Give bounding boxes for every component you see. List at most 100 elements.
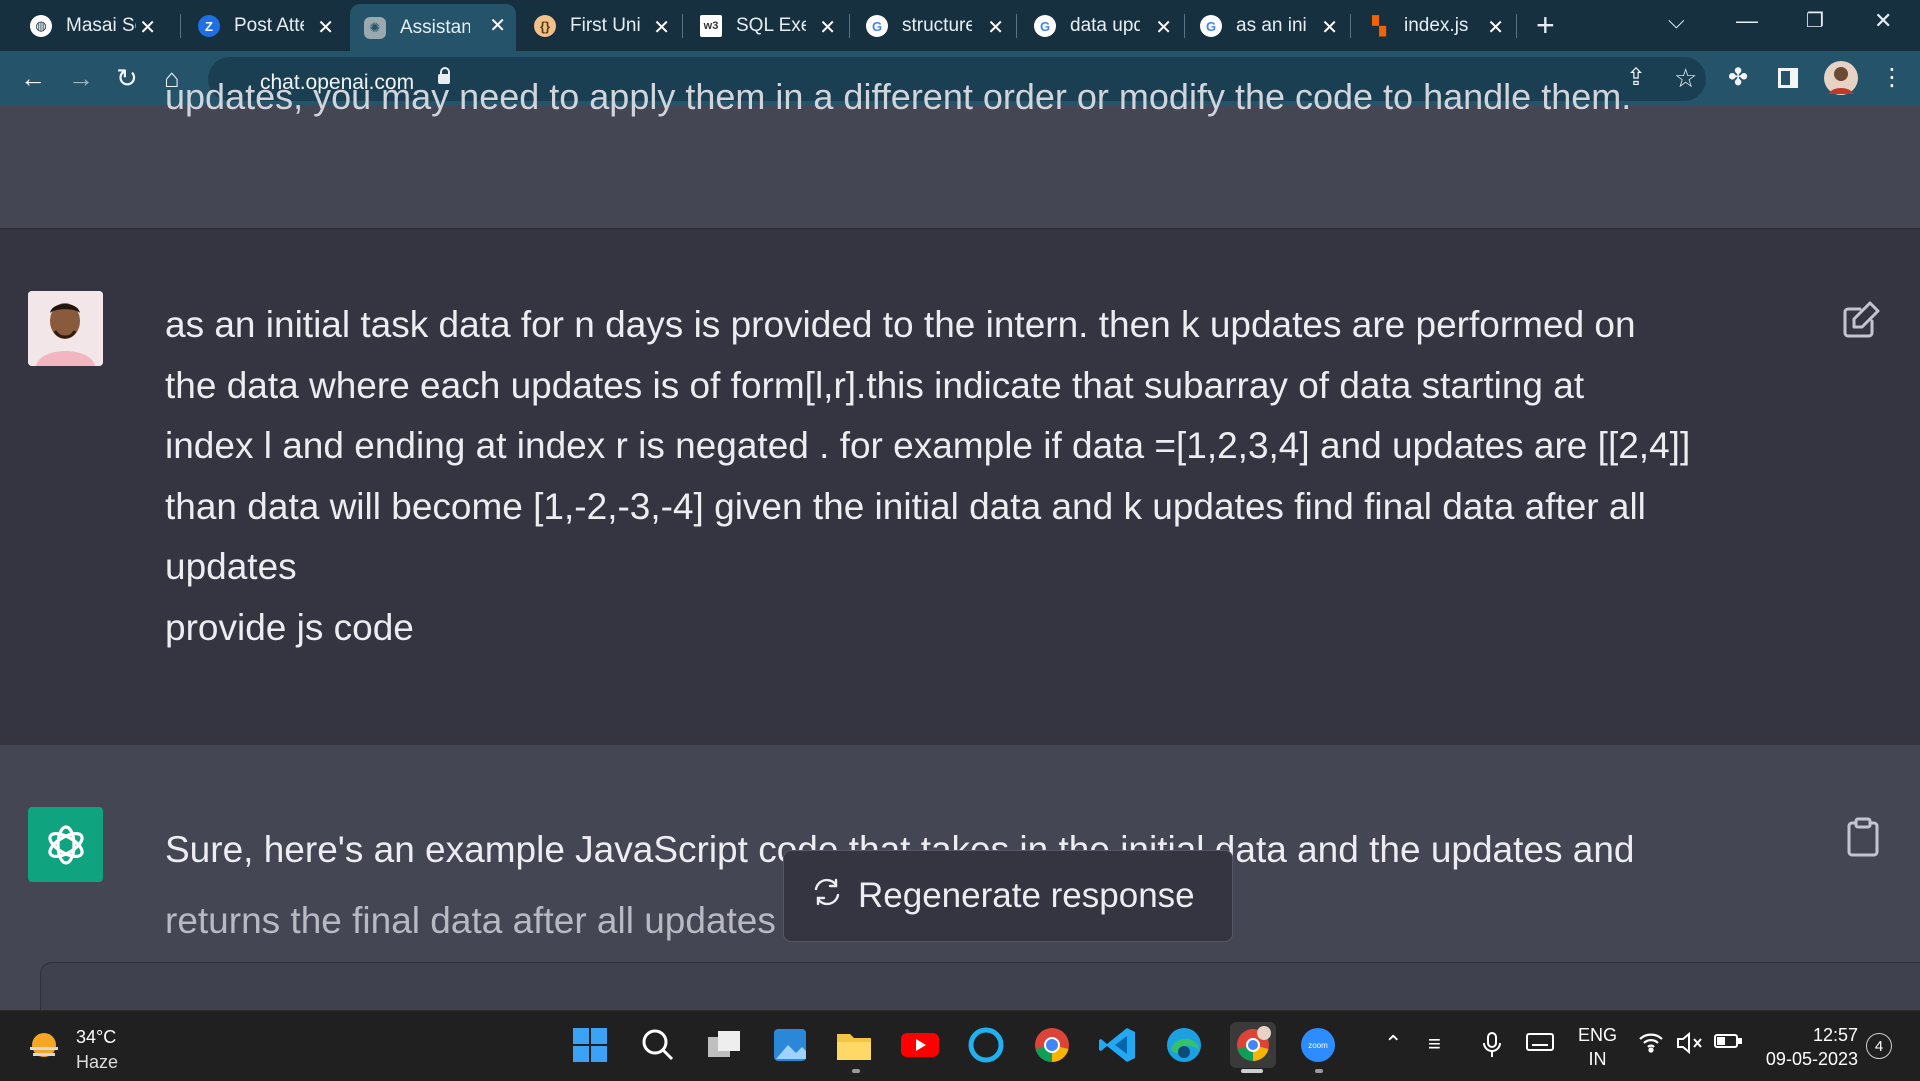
- google-icon: G: [1034, 15, 1056, 37]
- weather-sun-icon[interactable]: [24, 1027, 64, 1067]
- tab-title: SQL Exer: [736, 15, 806, 36]
- replit-icon: ▚: [1372, 15, 1386, 36]
- close-tab-icon[interactable]: ✕: [653, 15, 670, 40]
- tab-sql-exercises[interactable]: w3 SQL Exer ✕: [686, 6, 846, 46]
- tab-divider: [849, 14, 850, 38]
- bookmark-star-icon[interactable]: ☆: [1674, 63, 1697, 93]
- close-tab-icon[interactable]: ✕: [489, 13, 506, 38]
- close-tab-icon[interactable]: ✕: [317, 15, 334, 40]
- zoom-icon[interactable]: zoom: [1298, 1025, 1338, 1065]
- photos-app-icon[interactable]: [770, 1025, 810, 1065]
- language-code: ENG: [1578, 1025, 1618, 1045]
- close-tab-icon[interactable]: ✕: [987, 15, 1004, 40]
- svg-text:zoom: zoom: [1308, 1041, 1328, 1050]
- user-message-line: index l and ending at index r is negated…: [165, 425, 1691, 466]
- braces-icon: {}: [534, 15, 556, 37]
- previous-message-text: updates, you may need to apply them in a…: [165, 76, 1632, 117]
- user-message-line: updates: [165, 546, 297, 587]
- tab-divider: [1350, 14, 1351, 38]
- close-tab-icon[interactable]: ✕: [819, 15, 836, 40]
- user-message-line: the data where each updates is of form[l…: [165, 364, 1585, 406]
- regenerate-response-button[interactable]: Regenerate response: [783, 850, 1233, 942]
- search-icon[interactable]: [638, 1025, 678, 1065]
- tab-divider: [682, 14, 683, 38]
- tab-title: data upd: [1070, 15, 1140, 36]
- previous-assistant-message: updates, you may need to apply them in a…: [0, 76, 1920, 228]
- system-clock[interactable]: 12:57 09-05-2023: [1762, 1023, 1858, 1071]
- chevron-up-icon[interactable]: ⌃: [1384, 1031, 1402, 1057]
- tab-post-attendance[interactable]: Z Post Atte ✕: [184, 6, 344, 46]
- zoho-icon: Z: [198, 15, 220, 37]
- user-message: as an initial task data for n days is pr…: [0, 228, 1920, 746]
- profile-avatar[interactable]: [1824, 61, 1858, 95]
- tab-first-unique[interactable]: {} First Uniq ✕: [520, 6, 680, 46]
- windows-taskbar: 34°C Haze zoom ⌃ ≡ ENG IN 12:57 09-05-20…: [0, 1010, 1920, 1081]
- tab-data-updates[interactable]: G data upd ✕: [1020, 6, 1182, 46]
- wifi-icon[interactable]: [1638, 1031, 1664, 1059]
- vscode-icon[interactable]: [1098, 1025, 1138, 1065]
- notification-badge[interactable]: 4: [1866, 1033, 1892, 1059]
- clock-date: 09-05-2023: [1765, 1049, 1858, 1069]
- youtube-icon[interactable]: [900, 1025, 940, 1065]
- running-indicator: [852, 1069, 860, 1073]
- extensions-puzzle-icon[interactable]: ✤: [1728, 63, 1748, 93]
- forward-icon[interactable]: →: [68, 63, 94, 93]
- close-tab-icon[interactable]: ✕: [1321, 15, 1338, 40]
- chevron-down-icon[interactable]: ⌵: [1668, 8, 1685, 34]
- tab-title: index.js: [1404, 15, 1469, 36]
- user-message-line: than data will become [1,-2,-3,-4] given…: [165, 485, 1646, 527]
- tab-masai-school[interactable]: ◍ Masai Sc ✕: [16, 6, 166, 46]
- menu-kebab-icon[interactable]: ⋮: [1880, 63, 1904, 93]
- weather-temperature[interactable]: 34°C: [76, 1027, 116, 1048]
- tab-title: Masai Sc: [66, 15, 136, 36]
- browser-tab-strip: ◍ Masai Sc ✕ Z Post Atte ✕ ✺ Assistanc ✕…: [0, 0, 1920, 51]
- regenerate-label: Regenerate response: [858, 876, 1195, 915]
- task-view-icon[interactable]: [704, 1025, 744, 1065]
- battery-icon[interactable]: [1714, 1031, 1742, 1057]
- chrome-profile-icon[interactable]: [1230, 1022, 1276, 1068]
- region-code: IN: [1588, 1049, 1607, 1069]
- tab-title: as an init: [1236, 15, 1306, 36]
- running-indicator: [1315, 1069, 1323, 1073]
- new-tab-icon[interactable]: +: [1536, 8, 1555, 42]
- tab-title: structure: [902, 15, 972, 36]
- tab-divider: [1016, 14, 1017, 38]
- cortana-icon[interactable]: [966, 1025, 1006, 1065]
- pen-menu-icon[interactable]: ≡: [1428, 1031, 1441, 1057]
- chrome-icon[interactable]: [1032, 1025, 1072, 1065]
- back-icon[interactable]: ←: [20, 63, 46, 93]
- close-tab-icon[interactable]: ✕: [139, 15, 156, 40]
- tab-index-js[interactable]: ▚ index.js ✕: [1354, 6, 1514, 46]
- user-message-line: provide js code: [165, 606, 414, 648]
- microphone-icon[interactable]: [1482, 1031, 1502, 1065]
- edge-icon[interactable]: [1164, 1025, 1204, 1065]
- tab-structure[interactable]: G structure ✕: [852, 6, 1014, 46]
- clipboard-icon[interactable]: [1846, 817, 1880, 862]
- edit-icon[interactable]: [1842, 299, 1882, 344]
- tab-title: First Uniq: [570, 15, 640, 36]
- tab-as-an-initial[interactable]: G as an init ✕: [1186, 6, 1348, 46]
- tab-title: Assistanc: [400, 16, 470, 38]
- weather-condition[interactable]: Haze: [76, 1052, 118, 1073]
- restore-icon[interactable]: ❐: [1806, 8, 1824, 33]
- google-icon: G: [1200, 15, 1222, 37]
- touch-keyboard-icon[interactable]: [1526, 1031, 1554, 1059]
- side-panel-icon[interactable]: [1778, 68, 1798, 88]
- globe-icon: ◍: [30, 15, 52, 37]
- reload-icon[interactable]: ↻: [116, 63, 138, 93]
- close-tab-icon[interactable]: ✕: [1487, 15, 1504, 40]
- windows-start-icon[interactable]: [570, 1025, 610, 1065]
- volume-muted-icon[interactable]: [1676, 1031, 1704, 1061]
- minimize-icon[interactable]: —: [1736, 8, 1758, 34]
- close-tab-icon[interactable]: ✕: [1155, 15, 1172, 40]
- file-explorer-icon[interactable]: [834, 1025, 874, 1065]
- openai-logo-icon: [28, 807, 103, 882]
- active-indicator: [1241, 1069, 1263, 1073]
- user-message-text: as an initial task data for n days is pr…: [165, 295, 1825, 658]
- input-language[interactable]: ENG IN: [1578, 1023, 1617, 1071]
- close-window-icon[interactable]: ✕: [1874, 8, 1892, 34]
- tab-divider: [180, 14, 181, 38]
- w3schools-icon: w3: [700, 15, 722, 37]
- tab-assistant[interactable]: ✺ Assistanc ✕: [350, 4, 516, 51]
- tab-divider: [1516, 14, 1517, 38]
